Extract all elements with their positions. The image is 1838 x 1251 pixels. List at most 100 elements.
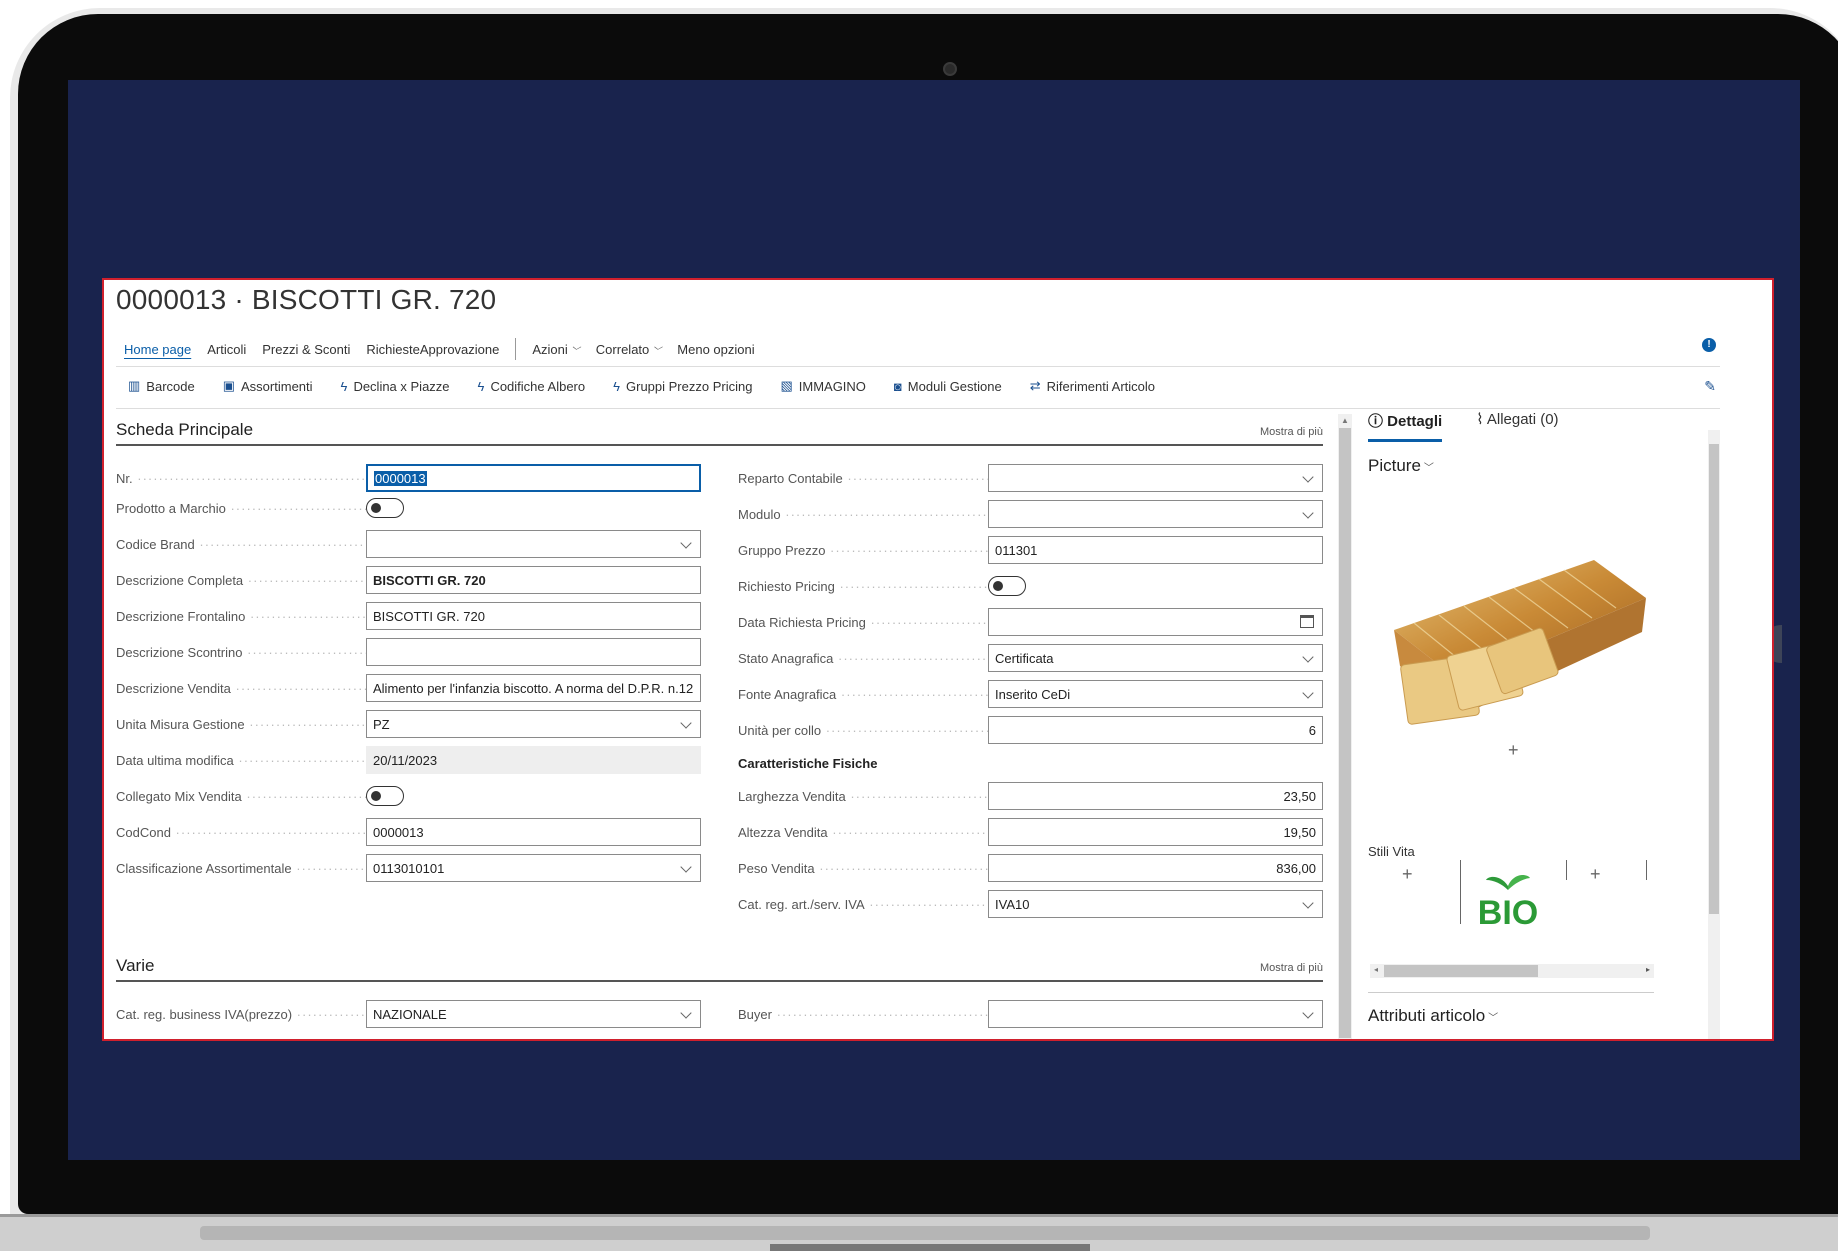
class-select[interactable]: 0113010101 bbox=[366, 854, 701, 882]
calendar-icon[interactable] bbox=[1300, 615, 1314, 628]
laptop-notch bbox=[770, 1244, 1090, 1251]
codcond-input[interactable]: 0000013 bbox=[366, 818, 701, 846]
nav-azioni[interactable]: Azioni ﹀ bbox=[532, 342, 579, 357]
image-icon: ▧ bbox=[780, 378, 793, 393]
nav-prezzi[interactable]: Prezzi & Sconti bbox=[262, 342, 350, 357]
desc-completa-input[interactable]: BISCOTTI GR. 720 bbox=[366, 566, 701, 594]
action-riferimenti[interactable]: ⇄ Riferimenti Articolo bbox=[1030, 378, 1155, 394]
row-unita: Unita Misura Gestione PZ bbox=[116, 710, 701, 738]
laptop-lip bbox=[200, 1226, 1650, 1240]
row-desc-scontrino: Descrizione Scontrino bbox=[116, 638, 701, 666]
desc-frontalino-input[interactable]: BISCOTTI GR. 720 bbox=[366, 602, 701, 630]
altezza-input[interactable]: 19,50 bbox=[988, 818, 1323, 846]
larghezza-input[interactable]: 23,50 bbox=[988, 782, 1323, 810]
scroll-right-icon[interactable]: ▸ bbox=[1646, 965, 1650, 974]
row-collo: Unità per collo 6 bbox=[738, 716, 1323, 744]
action-codifiche[interactable]: ϟ Codifiche Albero bbox=[478, 378, 586, 394]
nav-richieste[interactable]: RichiesteApprovazione bbox=[366, 342, 499, 357]
nr-input[interactable]: 0000013 bbox=[366, 464, 701, 492]
page-title: 0000013 · BISCOTTI GR. 720 bbox=[116, 284, 497, 315]
product-image bbox=[1394, 560, 1646, 725]
action-gruppi-prezzo[interactable]: ϟ Gruppi Prezzo Pricing bbox=[613, 378, 752, 394]
info-icon[interactable]: ! bbox=[1702, 338, 1716, 352]
field-label: Cat. reg. art./serv. IVA bbox=[738, 897, 988, 912]
attributi-title[interactable]: Attributi articolo ﹀ bbox=[1368, 1006, 1498, 1026]
add-lifestyle-icon[interactable]: + bbox=[1590, 864, 1601, 885]
nav-articoli[interactable]: Articoli bbox=[207, 342, 246, 357]
field-label: Data Richiesta Pricing bbox=[738, 615, 988, 630]
buyer-select[interactable] bbox=[988, 1000, 1323, 1028]
subsection-caratteristiche: Caratteristiche Fisiche bbox=[738, 756, 878, 771]
row-fonte: Fonte Anagrafica Inserito CeDi bbox=[738, 680, 1323, 708]
show-more-link[interactable]: Mostra di più bbox=[1260, 962, 1323, 974]
unita-select[interactable]: PZ bbox=[366, 710, 701, 738]
barcode-icon: ▥ bbox=[128, 378, 141, 393]
row-data-rich: Data Richiesta Pricing bbox=[738, 608, 1323, 636]
divider bbox=[1646, 860, 1647, 880]
factbox-scrollbar[interactable] bbox=[1708, 430, 1720, 1039]
section-title: Varie bbox=[116, 956, 155, 975]
desc-scontrino-input[interactable] bbox=[366, 638, 701, 666]
field-label: Richiesto Pricing bbox=[738, 579, 988, 594]
data-rich-input[interactable] bbox=[988, 608, 1323, 636]
field-label: Classificazione Assortimentale bbox=[116, 861, 366, 876]
stato-select[interactable]: Certificata bbox=[988, 644, 1323, 672]
chevron-down-icon: ﹀ bbox=[570, 345, 580, 356]
marchio-toggle[interactable] bbox=[366, 498, 404, 518]
chevron-down-icon: ﹀ bbox=[1423, 463, 1434, 474]
row-mix: Collegato Mix Vendita bbox=[116, 782, 701, 810]
assortment-icon: ▣ bbox=[222, 378, 236, 393]
reparto-select[interactable] bbox=[988, 464, 1323, 492]
field-label: Data ultima modifica bbox=[116, 753, 366, 768]
scroll-thumb[interactable] bbox=[1709, 444, 1719, 914]
scroll-thumb[interactable] bbox=[1384, 965, 1538, 977]
desc-vendita-input[interactable]: Alimento per l'infanzia biscotto. A norm… bbox=[366, 674, 701, 702]
gruppo-input[interactable]: 011301 bbox=[988, 536, 1323, 564]
field-label: Codice Brand bbox=[116, 537, 366, 552]
scroll-left-icon[interactable]: ◂ bbox=[1374, 965, 1378, 974]
nav-home[interactable]: Home page bbox=[124, 342, 191, 357]
stili-vita-label: Stili Vita bbox=[1368, 844, 1415, 859]
field-label: Unità per collo bbox=[738, 723, 988, 738]
picture-title[interactable]: Picture ﹀ bbox=[1368, 456, 1434, 476]
rich-pricing-toggle[interactable] bbox=[988, 576, 1026, 596]
fonte-select[interactable]: Inserito CeDi bbox=[988, 680, 1323, 708]
row-desc-frontalino: Descrizione Frontalino BISCOTTI GR. 720 bbox=[116, 602, 701, 630]
action-moduli[interactable]: ◙ Moduli Gestione bbox=[894, 378, 1002, 394]
action-declina[interactable]: ϟ Declina x Piazze bbox=[341, 378, 450, 394]
add-picture-icon[interactable]: + bbox=[1508, 740, 1519, 761]
lifestyle-scrollbar[interactable]: ◂ ▸ bbox=[1370, 964, 1654, 978]
business-select[interactable]: NAZIONALE bbox=[366, 1000, 701, 1028]
modulo-select[interactable] bbox=[988, 500, 1323, 528]
row-nr: Nr. 0000013 bbox=[116, 464, 701, 492]
action-immagino[interactable]: ▧ IMMAGINO bbox=[780, 378, 865, 394]
main-scrollbar[interactable]: ▲ bbox=[1338, 414, 1352, 1039]
field-label: Descrizione Frontalino bbox=[116, 609, 366, 624]
data-mod-value: 20/11/2023 bbox=[366, 746, 701, 774]
action-barcode[interactable]: ▥ Barcode bbox=[128, 378, 195, 394]
section-header-scheda: Scheda Principale Mostra di più bbox=[116, 416, 1323, 446]
add-lifestyle-icon[interactable]: + bbox=[1402, 864, 1413, 885]
nav-less-options[interactable]: Meno opzioni bbox=[677, 342, 754, 357]
field-label: Altezza Vendita bbox=[738, 825, 988, 840]
chevron-down-icon: ﹀ bbox=[1488, 1013, 1499, 1024]
scroll-thumb[interactable] bbox=[1339, 428, 1351, 1038]
field-label: Collegato Mix Vendita bbox=[116, 789, 366, 804]
row-gruppo: Gruppo Prezzo 011301 bbox=[738, 536, 1323, 564]
field-label: Unita Misura Gestione bbox=[116, 717, 366, 732]
field-label: Descrizione Scontrino bbox=[116, 645, 366, 660]
pin-icon[interactable]: ✎ bbox=[1704, 378, 1716, 395]
mix-toggle[interactable] bbox=[366, 786, 404, 806]
row-business: Cat. reg. business IVA(prezzo) NAZIONALE bbox=[116, 1000, 701, 1028]
show-more-link[interactable]: Mostra di più bbox=[1260, 426, 1323, 438]
iva-select[interactable]: IVA10 bbox=[988, 890, 1323, 918]
nav-correlato[interactable]: Correlato ﹀ bbox=[596, 342, 661, 357]
collo-input[interactable]: 6 bbox=[988, 716, 1323, 744]
action-assortimenti[interactable]: ▣ Assortimenti bbox=[223, 378, 313, 394]
tab-details[interactable]: ⓘ Dettagli bbox=[1368, 410, 1443, 442]
tab-attachments[interactable]: ⌇ Allegati (0) bbox=[1476, 410, 1558, 442]
peso-input[interactable]: 836,00 bbox=[988, 854, 1323, 882]
field-label: Descrizione Vendita bbox=[116, 681, 366, 696]
brand-select[interactable] bbox=[366, 530, 701, 558]
scroll-up-icon[interactable]: ▲ bbox=[1341, 416, 1349, 425]
